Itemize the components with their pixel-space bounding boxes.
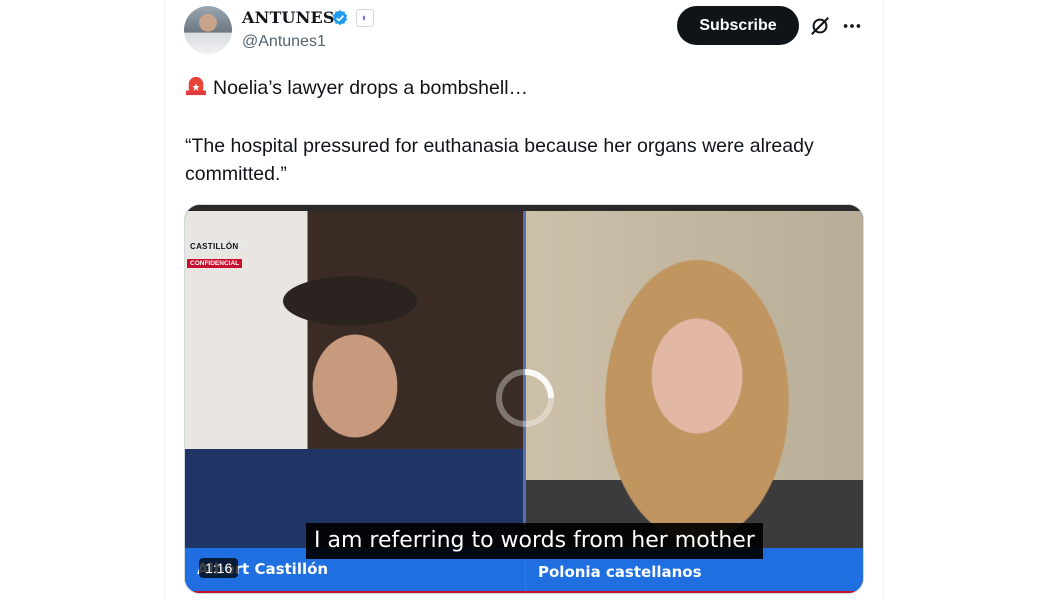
red-strip — [185, 591, 863, 593]
siren-emoji-icon — [186, 76, 206, 96]
more-icon[interactable] — [841, 15, 863, 37]
subscribe-button[interactable]: Subscribe — [677, 6, 799, 45]
author-handle[interactable]: @Antunes1 — [242, 33, 326, 51]
station-logo-tag: CONFIDENCIAL — [187, 259, 243, 268]
grok-icon[interactable] — [809, 15, 831, 37]
tweet-line-1-text: Noelia’s lawyer drops a bombshell… — [213, 77, 529, 99]
speaker-name-right: Polonia castellanos — [538, 563, 702, 581]
video-duration: 1:16 — [199, 558, 239, 578]
author-display-name[interactable]: ANTUNES — [242, 8, 335, 27]
video-subtitle: I am referring to words from her mother — [306, 523, 763, 559]
loading-spinner-icon — [496, 369, 554, 427]
station-logo: CASTILLÓN CONFIDENCIAL — [187, 241, 245, 268]
affiliation-badge-icon[interactable]: ◐ — [356, 9, 374, 27]
tweet-line-1: Noelia’s lawyer drops a bombshell… — [185, 74, 875, 102]
tweet-text: Noelia’s lawyer drops a bombshell… “The … — [185, 74, 875, 188]
tweet-line-2: “The hospital pressured for euthanasia b… — [185, 135, 814, 185]
author-avatar[interactable] — [184, 6, 232, 54]
verified-badge-icon[interactable] — [331, 9, 349, 27]
station-logo-name: CASTILLÓN — [187, 241, 245, 252]
video-player[interactable]: CASTILLÓN CONFIDENCIAL Albert Castillón … — [184, 204, 864, 594]
